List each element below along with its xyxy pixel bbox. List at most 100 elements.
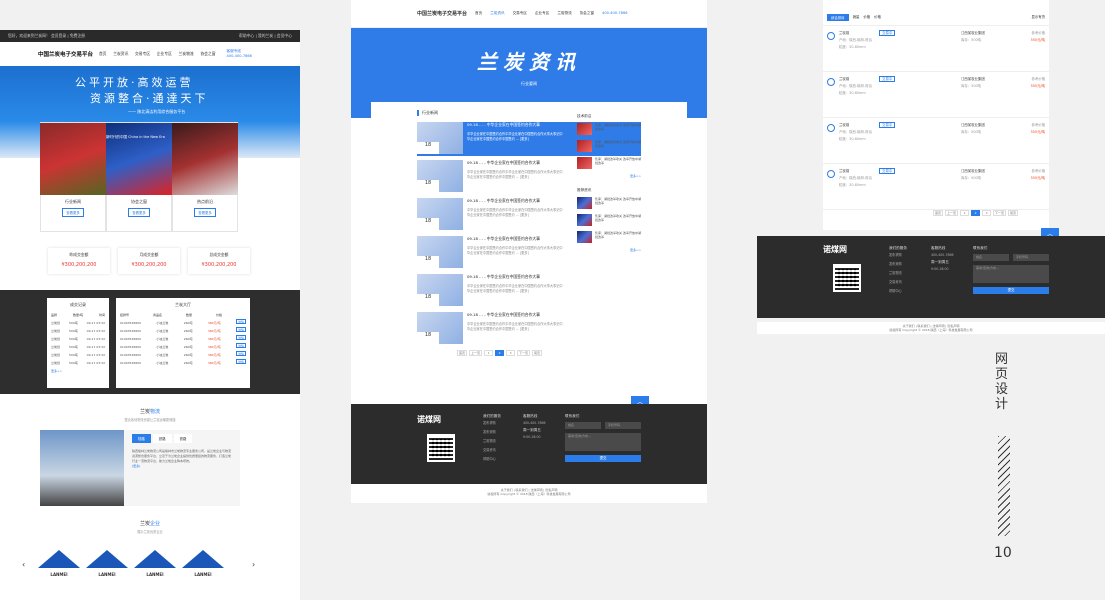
nav-item[interactable]: 兰炭物流 [179,51,194,56]
chevron-right-icon[interactable]: › [252,560,255,569]
footer-link[interactable]: 帮助中心 [483,455,501,464]
name-input[interactable]: 姓名 [565,422,601,429]
page-button[interactable]: 2 [495,350,505,356]
logistics-tab[interactable]: 铁路 [152,434,172,443]
sidebar-item[interactable]: 售库：湖批改革攻关 改革开放中湖批改革 [577,140,641,152]
footer-link[interactable]: 发布采购 [483,428,501,437]
news-desc: 中华企业家在中国签约合作中华企业家在中国签约合作大事大事记中华企业家在中国签约合… [467,246,563,255]
page-button[interactable]: 下一页 [517,350,531,356]
enterprise-logo[interactable]: LANMEI [38,550,80,582]
filter-item[interactable]: 价格 [863,14,870,21]
footer-link[interactable]: 发布求购 [889,251,907,260]
stock-toggle[interactable]: 显示有货 [1031,14,1045,21]
sidebar-item[interactable]: 售库：湖批改革攻关 改革开放中湖批改革 [577,214,641,226]
submit-button[interactable]: 提交 [565,455,641,462]
footer-link[interactable]: 发布求购 [483,419,501,428]
page-button[interactable]: 上一页 [469,350,483,356]
sidebar-item[interactable]: 售库：湖批改革攻关 改革开放中湖批改革 [577,123,641,135]
table-row[interactable]: 兰炭煤 交易中 产地：陕西-榆林-府谷 粒度：30-80mm 江西某炭业集团 库存：500… [823,26,1049,72]
nav-item[interactable]: 首页 [99,51,107,56]
enterprise-logo[interactable]: LANMEI [86,550,128,582]
detail-button[interactable]: 详情 [235,319,246,324]
page-button[interactable]: 3 [982,210,992,216]
sidebar-item[interactable]: 售库：湖批改革攻关 改革开放中湖批改革 [577,197,641,209]
footer-link[interactable]: 发布采购 [889,260,907,269]
site-logo[interactable]: 中国兰炭电子交易平台 [38,50,93,58]
detail-button[interactable]: 详情 [235,343,246,348]
card-button[interactable]: 查看更多 [194,208,216,217]
page-button[interactable]: 尾页 [532,350,543,356]
footer-link[interactable]: 兰炭物流 [889,269,907,278]
phone-input[interactable]: 手机号码 [605,422,641,429]
submit-button[interactable]: 提交 [973,287,1049,294]
nav-item[interactable]: 首页 [475,11,482,16]
page-button[interactable]: 1 [484,350,494,356]
site-logo[interactable]: 中国兰炭电子交易平台 [417,10,467,17]
filter-sort[interactable]: 综合排序 [827,14,849,21]
page-button[interactable]: 尾页 [1008,210,1019,216]
table-row[interactable]: 兰炭煤 交易中 产地：陕西-榆林-府谷 粒度：30-80mm 江西某炭业集团 库存：500… [823,72,1049,118]
footer-logo[interactable]: 诺煤网 [417,414,441,425]
page-button[interactable]: 上一页 [945,210,959,216]
card-button[interactable]: 查看更多 [62,208,84,217]
nav-item[interactable]: 交易专区 [513,11,527,16]
footer-logo[interactable]: 诺煤网 [823,244,847,255]
news-item[interactable]: 18 09.18 - - - 中华企业家在中国签约合作大事 中华企业家在中国签约合作… [417,274,641,308]
card-button[interactable]: 查看更多 [128,208,150,217]
page-button[interactable]: 首页 [933,210,944,216]
feature-card[interactable]: 热点前沿 查看更多 [172,122,238,232]
footer-phone: 400-400-7866 [523,421,546,425]
filter-item[interactable]: 销量 [853,14,860,21]
page-button[interactable]: 3 [506,350,516,356]
sidebar-more[interactable]: 更多>> [577,174,641,178]
nav-item[interactable]: 兰炭物流 [557,11,571,16]
nav-item[interactable]: 兰炭资讯 [490,11,504,16]
table-row[interactable]: 兰炭煤 交易中 产地：陕西-榆林-府谷 粒度：30-80mm 江西某炭业集团 库存：500… [823,118,1049,164]
nav-item[interactable]: 企业专区 [535,11,549,16]
message-input[interactable]: 需求/咨询/方向... [973,265,1049,283]
table-row: 01903526800 小块兰炭 260吨 380元/吨 详情 [120,319,246,327]
news-item[interactable]: 18 09.18 - - - 中华企业家在中国签约合作大事 中华企业家在中国签约合作… [417,312,641,346]
top-bar-welcome[interactable]: 您好，欢迎来到兰炭网！ 会员登录 | 免费注册 [8,30,85,42]
enterprise-section: 兰炭企业 展示兰炭优质企业 [0,520,300,534]
message-input[interactable]: 需求/咨询/方向... [565,433,641,451]
detail-button[interactable]: 详情 [235,359,246,364]
chevron-left-icon[interactable]: ‹ [22,560,25,569]
feature-card[interactable]: 行业新闻 查看更多 [40,122,106,232]
filter-item[interactable]: 价格 [874,14,881,21]
page-button[interactable]: 首页 [457,350,468,356]
footer-hours: 9:00-18:00 [931,267,949,271]
footer-col-title: 联系我们 [565,414,580,418]
detail-button[interactable]: 详情 [235,335,246,340]
logistics-tab[interactable]: 铁路 [173,434,193,443]
page-button[interactable]: 下一页 [993,210,1007,216]
top-bar-links[interactable]: 帮助中心 | 我的兰炭 | 会员中心 [239,30,292,42]
logistics-more[interactable]: [更多] [132,464,232,468]
hero-title: 兰炭资讯 [477,50,581,74]
sidebar-item[interactable]: 售库：湖批改革攻关 改革开放中湖批改革 [577,157,641,169]
nav-item[interactable]: 兰炭资讯 [113,51,128,56]
footer-link[interactable]: 帮助中心 [889,287,907,296]
deals-more[interactable]: 更多>> [51,367,105,375]
phone-input[interactable]: 手机号码 [1013,254,1049,261]
sidebar-item[interactable]: 售库：湖批改革攻关 改革开放中湖批改革 [577,231,641,243]
footer-link[interactable]: 交易资讯 [483,446,501,455]
footer-link[interactable]: 交易资讯 [889,278,907,287]
nav-item[interactable]: 协会之窗 [580,11,594,16]
nav-item[interactable]: 协会之窗 [200,51,215,56]
detail-button[interactable]: 详情 [235,351,246,356]
product-info: 兰炭煤 交易中 产地：陕西-榆林-府谷 粒度：30-80mm [839,122,957,159]
table-row[interactable]: 兰炭煤 交易中 产地：陕西-榆林-府谷 粒度：30-80mm 江西某炭业集团 库存：500… [823,164,1049,210]
footer-link[interactable]: 兰炭物流 [483,437,501,446]
page-button[interactable]: 2 [971,210,981,216]
logistics-tab[interactable]: 陆路 [132,434,151,443]
nav-item[interactable]: 企业专区 [157,51,172,56]
sidebar-list: 售库：湖批改革攻关 改革开放中湖批改革 售库：湖批改革攻关 改革开放中湖批改革 售库… [577,123,641,169]
page-button[interactable]: 1 [960,210,970,216]
name-input[interactable]: 姓名 [973,254,1009,261]
enterprise-logo[interactable]: LANMEI [134,550,176,582]
enterprise-logo[interactable]: LANMEI [182,550,224,582]
detail-button[interactable]: 详情 [235,327,246,332]
nav-item[interactable]: 交易专区 [135,51,150,56]
sidebar-more[interactable]: 更多>> [577,248,641,252]
